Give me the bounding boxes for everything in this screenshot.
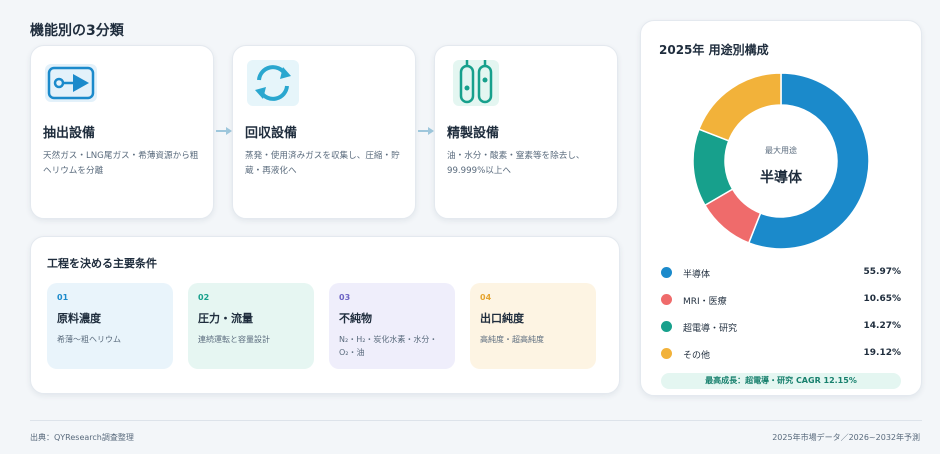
condition-card: 03 不純物 N₂・H₂・炭化水素・水分・O₂・油 [329,283,455,369]
function-title: 精製設備 [447,126,500,141]
legend-label: 半導体 [683,270,711,280]
function-desc: 天然ガス・LNG尾ガス・希薄資源から粗ヘリウムを分離 [43,151,199,177]
growth-highlight: 最高成長：超電導・研究 CAGR 12.15% [661,373,901,389]
donut-chart [692,72,870,250]
legend-label: MRI・医療 [683,297,727,307]
legend-swatch [661,348,672,359]
legend-value: 14.27% [863,321,902,331]
function-card-recovery: 回収設備 蒸発・使用済みガスを収集し、圧縮・貯蔵・再液化へ [232,45,416,219]
condition-title: 出口純度 [480,312,524,325]
function-title: 抽出設備 [43,126,96,141]
composition-panel: 2025年 用途別構成 最大用途 半導体 半導体 55.97% MRI・医療 10.6… [640,20,922,396]
legend-value: 19.12% [863,348,902,358]
condition-card: 01 原料濃度 希薄〜粗ヘリウム [47,283,173,369]
legend-swatch [661,294,672,305]
arrow-right-icon [216,127,232,135]
footer-source: 出典：QYResearch調査整理 [30,433,134,442]
legend-item: 半導体 55.97% [661,265,901,281]
condition-desc: 連続運転と容量設計 [198,335,270,344]
condition-desc: 希薄〜粗ヘリウム [57,335,121,344]
legend-item: 超電導・研究 14.27% [661,319,901,335]
legend-label: 超電導・研究 [683,324,738,334]
function-desc: 油・水分・酸素・窒素等を除去し、99.999%以上へ [447,151,585,177]
footer-divider [30,420,922,421]
section-title: 機能別の3分類 [30,23,124,39]
condition-desc: N₂・H₂・炭化水素・水分・O₂・油 [339,335,438,357]
extraction-icon [43,58,101,108]
function-title: 回収設備 [245,126,298,141]
donut-center-label: 最大用途 [765,146,797,155]
donut-slice-4 [697,72,782,142]
donut-center-value: 半導体 [760,170,802,186]
recycle-icon [245,58,303,108]
condition-title: 圧力・流量 [198,312,253,325]
conditions-panel: 工程を決める主要条件 01 原料濃度 希薄〜粗ヘリウム 02 圧力・流量 連続運… [30,236,620,394]
condition-title: 原料濃度 [57,312,101,325]
condition-card: 02 圧力・流量 連続運転と容量設計 [188,283,314,369]
condition-number: 03 [339,293,351,302]
function-desc: 蒸発・使用済みガスを収集し、圧縮・貯蔵・再液化へ [245,151,400,177]
condition-number: 02 [198,293,210,302]
condition-title: 不純物 [339,312,372,325]
condition-number: 04 [480,293,492,302]
legend-item: MRI・医療 10.65% [661,292,901,308]
condition-desc: 高純度・超高純度 [480,335,544,344]
conditions-title: 工程を決める主要条件 [47,257,157,270]
legend-swatch [661,321,672,332]
legend-value: 55.97% [863,267,902,277]
arrow-right-icon [418,127,434,135]
function-card-purification: 精製設備 油・水分・酸素・窒素等を除去し、99.999%以上へ [434,45,618,219]
purification-icon [447,58,505,108]
condition-number: 01 [57,293,69,302]
legend-label: その他 [683,351,711,361]
composition-title: 2025年 用途別構成 [659,43,769,57]
legend-swatch [661,267,672,278]
function-card-extraction: 抽出設備 天然ガス・LNG尾ガス・希薄資源から粗ヘリウムを分離 [30,45,214,219]
footer-note: 2025年市場データ／2026~2032年予測 [772,433,920,442]
legend-value: 10.65% [863,294,902,304]
legend-item: その他 19.12% [661,346,901,362]
condition-card: 04 出口純度 高純度・超高純度 [470,283,596,369]
